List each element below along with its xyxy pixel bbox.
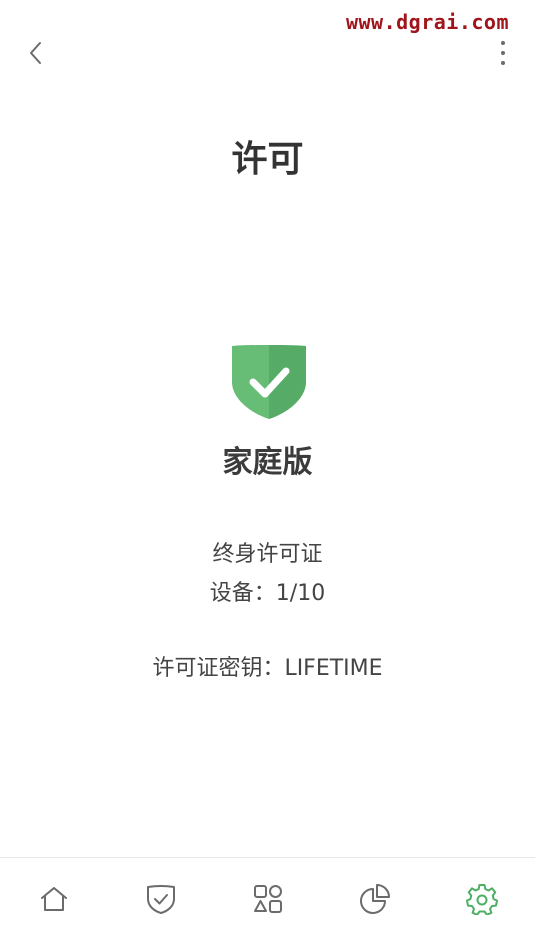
shield-check-icon: [146, 884, 175, 914]
license-key: 许可证密钥：LIFETIME: [152, 656, 383, 681]
more-dot: [501, 51, 505, 55]
pie-chart-icon: [359, 883, 390, 914]
bottom-navigation: [0, 857, 535, 939]
nav-protection[interactable]: [107, 858, 214, 939]
nav-settings[interactable]: [428, 858, 535, 939]
license-edition: 家庭版: [222, 445, 313, 480]
nav-statistics[interactable]: [321, 858, 428, 939]
watermark-text: www.dgrai.com: [345, 10, 509, 34]
shield-check-icon: [232, 345, 306, 419]
nav-home[interactable]: [0, 858, 107, 939]
license-type: 终身许可证: [212, 542, 323, 567]
home-icon: [40, 886, 67, 911]
apps-icon: [253, 884, 282, 913]
license-devices: 设备：1/10: [209, 581, 326, 606]
more-vertical-icon: [501, 41, 505, 45]
more-options-button[interactable]: [491, 36, 515, 70]
more-dot: [501, 61, 505, 65]
chevron-left-icon: [30, 42, 41, 64]
nav-apps[interactable]: [214, 858, 321, 939]
page-title: 许可: [231, 139, 304, 180]
gear-icon: [465, 883, 498, 915]
back-button[interactable]: [20, 36, 52, 70]
